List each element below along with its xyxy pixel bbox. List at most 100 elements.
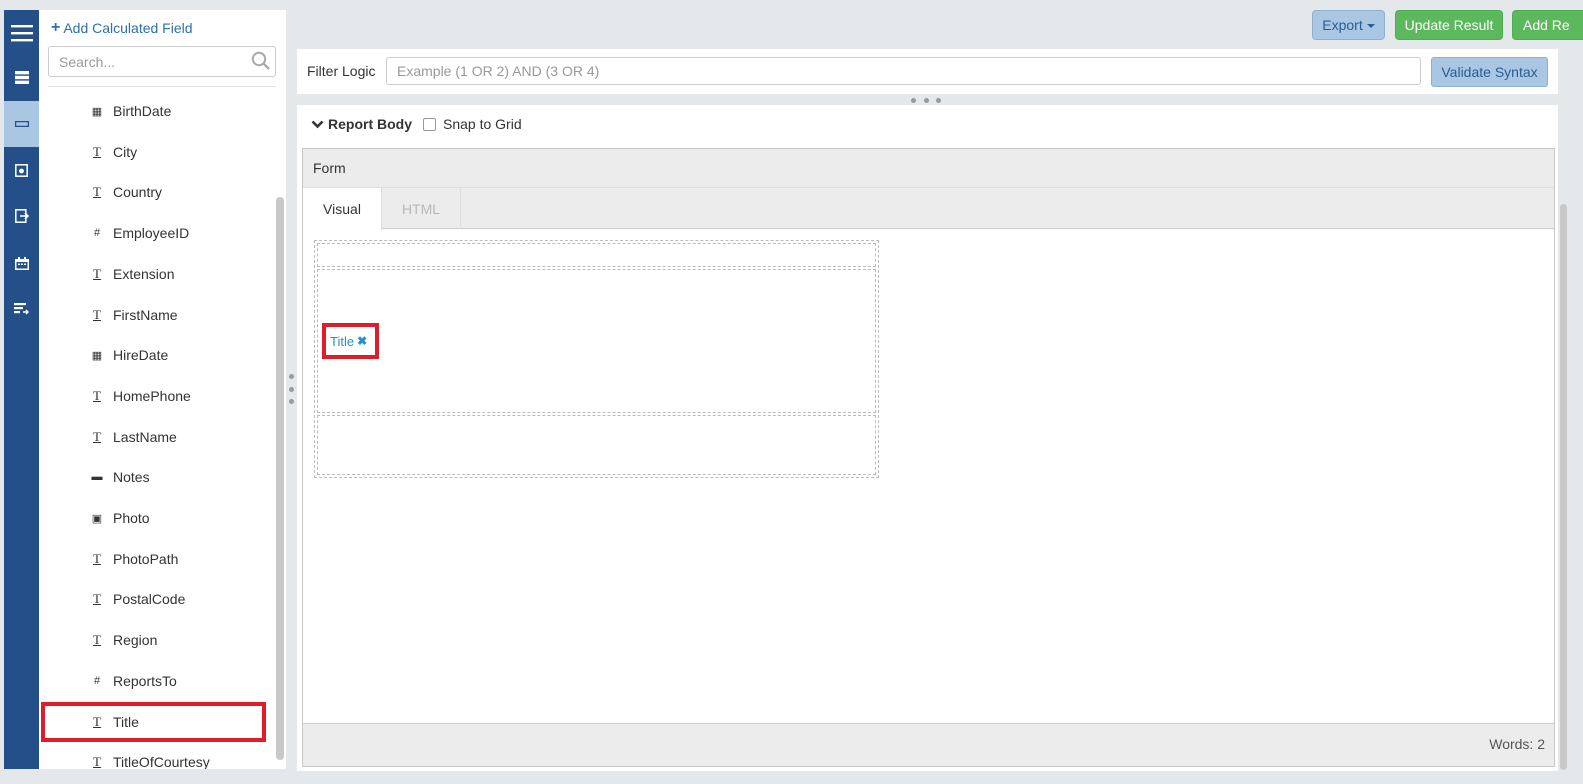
safe-icon[interactable]	[4, 147, 39, 193]
header-band[interactable]	[317, 243, 876, 267]
text-icon: T	[93, 754, 101, 769]
editor-title-bar: Form	[303, 149, 1554, 188]
word-count: Words: 2	[1489, 736, 1545, 752]
report-body-section: Report Body Snap to Grid Form Visual HTM…	[297, 105, 1558, 771]
plus-icon: +	[51, 19, 61, 36]
field-item[interactable]: ▦ HireDate	[39, 335, 274, 375]
field-item[interactable]: T LastName	[39, 417, 274, 457]
template-table: Title ✖	[314, 240, 879, 478]
calendar-icon: ▦	[91, 105, 103, 118]
text-icon: T	[93, 713, 101, 729]
field-item-label: LastName	[113, 428, 177, 445]
snap-to-grid-checkbox[interactable]	[423, 117, 436, 131]
list-icon[interactable]	[4, 54, 39, 100]
field-item-label: Country	[113, 184, 163, 201]
number-icon: #	[93, 227, 101, 240]
field-item[interactable]: # ReportsTo	[39, 661, 274, 701]
field-item[interactable]: ▣ Photo	[39, 498, 274, 538]
search-icon[interactable]	[251, 51, 271, 74]
validate-syntax-button[interactable]: Validate Syntax	[1431, 57, 1548, 87]
image-icon: ▣	[91, 512, 103, 525]
calendar-icon: ▦	[91, 349, 103, 362]
add-calculated-field-link[interactable]: + Add Calculated Field	[51, 19, 193, 37]
text-icon: T	[93, 632, 101, 648]
field-item-label: ReportsTo	[113, 672, 177, 689]
field-item-label: HomePhone	[113, 387, 191, 404]
field-token-label: Title	[330, 333, 355, 349]
detail-band[interactable]: Title ✖	[317, 269, 876, 413]
field-item[interactable]: T PostalCode	[39, 579, 274, 619]
field-item-label: Region	[113, 632, 158, 649]
icon-rail	[4, 10, 39, 769]
field-panel: + Add Calculated Field ▦BirthDateTCityTC…	[39, 10, 286, 769]
field-item[interactable]: T TitleOfCourtesy	[39, 742, 274, 769]
sort-list-icon[interactable]	[4, 286, 39, 332]
design-canvas[interactable]: Title ✖	[303, 230, 1554, 725]
field-list-scrollbar[interactable]	[276, 197, 284, 760]
field-item-label: City	[113, 143, 138, 160]
editor-tabs: Visual HTML	[303, 188, 1554, 230]
field-item[interactable]: T HomePhone	[39, 376, 274, 416]
text-icon: T	[93, 306, 101, 322]
tab-html[interactable]: HTML	[382, 188, 461, 229]
filter-logic-label: Filter Logic	[307, 63, 376, 79]
field-item-label: Photo	[113, 510, 150, 526]
field-item-label: PhotoPath	[113, 550, 179, 567]
field-item-label: Extension	[113, 265, 175, 282]
snap-to-grid-label: Snap to Grid	[443, 116, 522, 132]
number-icon: #	[93, 674, 101, 687]
footer-band[interactable]	[317, 415, 876, 475]
text-icon: T	[93, 387, 101, 403]
field-item-label: EmployeeID	[113, 225, 190, 242]
section-resize-handle[interactable]	[911, 97, 941, 103]
field-item[interactable]: ▬ Notes	[39, 457, 274, 497]
text-icon: T	[93, 265, 101, 281]
field-item-label: PostalCode	[113, 591, 186, 608]
text-icon: T	[93, 428, 101, 444]
field-item-label: HireDate	[113, 347, 169, 364]
field-token-title[interactable]: Title ✖	[330, 334, 367, 349]
field-item-label: Notes	[113, 469, 150, 486]
filter-logic-input[interactable]	[386, 57, 1421, 85]
editor-title: Form	[313, 160, 346, 176]
add-report-button[interactable]: Add Re	[1512, 10, 1583, 40]
field-item-label: BirthDate	[113, 103, 172, 119]
report-body-header[interactable]: Report Body Snap to Grid	[311, 116, 522, 132]
field-item[interactable]: T City	[39, 132, 274, 172]
report-body-title: Report Body	[328, 116, 412, 132]
minus-icon[interactable]	[4, 101, 39, 147]
field-item[interactable]: T Region	[39, 620, 274, 660]
filter-logic-row: Filter Logic Validate Syntax	[297, 49, 1558, 94]
update-result-button[interactable]: Update Result	[1395, 10, 1503, 40]
field-item[interactable]: T Country	[39, 172, 274, 212]
field-search-input[interactable]	[48, 46, 276, 77]
field-item-label: TitleOfCourtesy	[113, 754, 210, 769]
field-item[interactable]: T Extension	[39, 254, 274, 294]
export-button[interactable]: Export	[1312, 10, 1385, 40]
close-icon[interactable]: ✖	[357, 334, 367, 348]
field-item[interactable]: # EmployeeID	[39, 213, 274, 253]
field-item[interactable]: T FirstName	[39, 295, 274, 335]
calendar-icon[interactable]	[4, 240, 39, 286]
chevron-down-icon	[311, 120, 324, 128]
main-scrollbar[interactable]	[1560, 204, 1567, 770]
export-icon[interactable]	[4, 193, 39, 239]
menu-icon[interactable]	[4, 10, 39, 56]
field-item[interactable]: ▦ BirthDate	[39, 91, 274, 131]
field-item[interactable]: T PhotoPath	[39, 539, 274, 579]
memo-icon: ▬	[91, 471, 103, 484]
chevron-down-icon	[1366, 24, 1375, 28]
tab-visual[interactable]: Visual	[303, 188, 382, 230]
editor-status-bar: Words: 2	[303, 723, 1554, 766]
form-editor: Form Visual HTML Title ✖ Words: 2	[302, 148, 1555, 767]
text-icon: T	[93, 550, 101, 566]
panel-resize-handle[interactable]	[288, 374, 294, 404]
text-icon: T	[93, 591, 101, 607]
search-divider	[48, 86, 276, 87]
title-token-highlight: Title ✖	[322, 323, 379, 359]
field-item[interactable]: T Title	[41, 701, 266, 742]
field-item-label: Title	[113, 713, 139, 730]
text-icon: T	[93, 143, 101, 159]
add-calculated-field-label: Add Calculated Field	[63, 20, 193, 36]
field-item-label: FirstName	[113, 306, 178, 323]
